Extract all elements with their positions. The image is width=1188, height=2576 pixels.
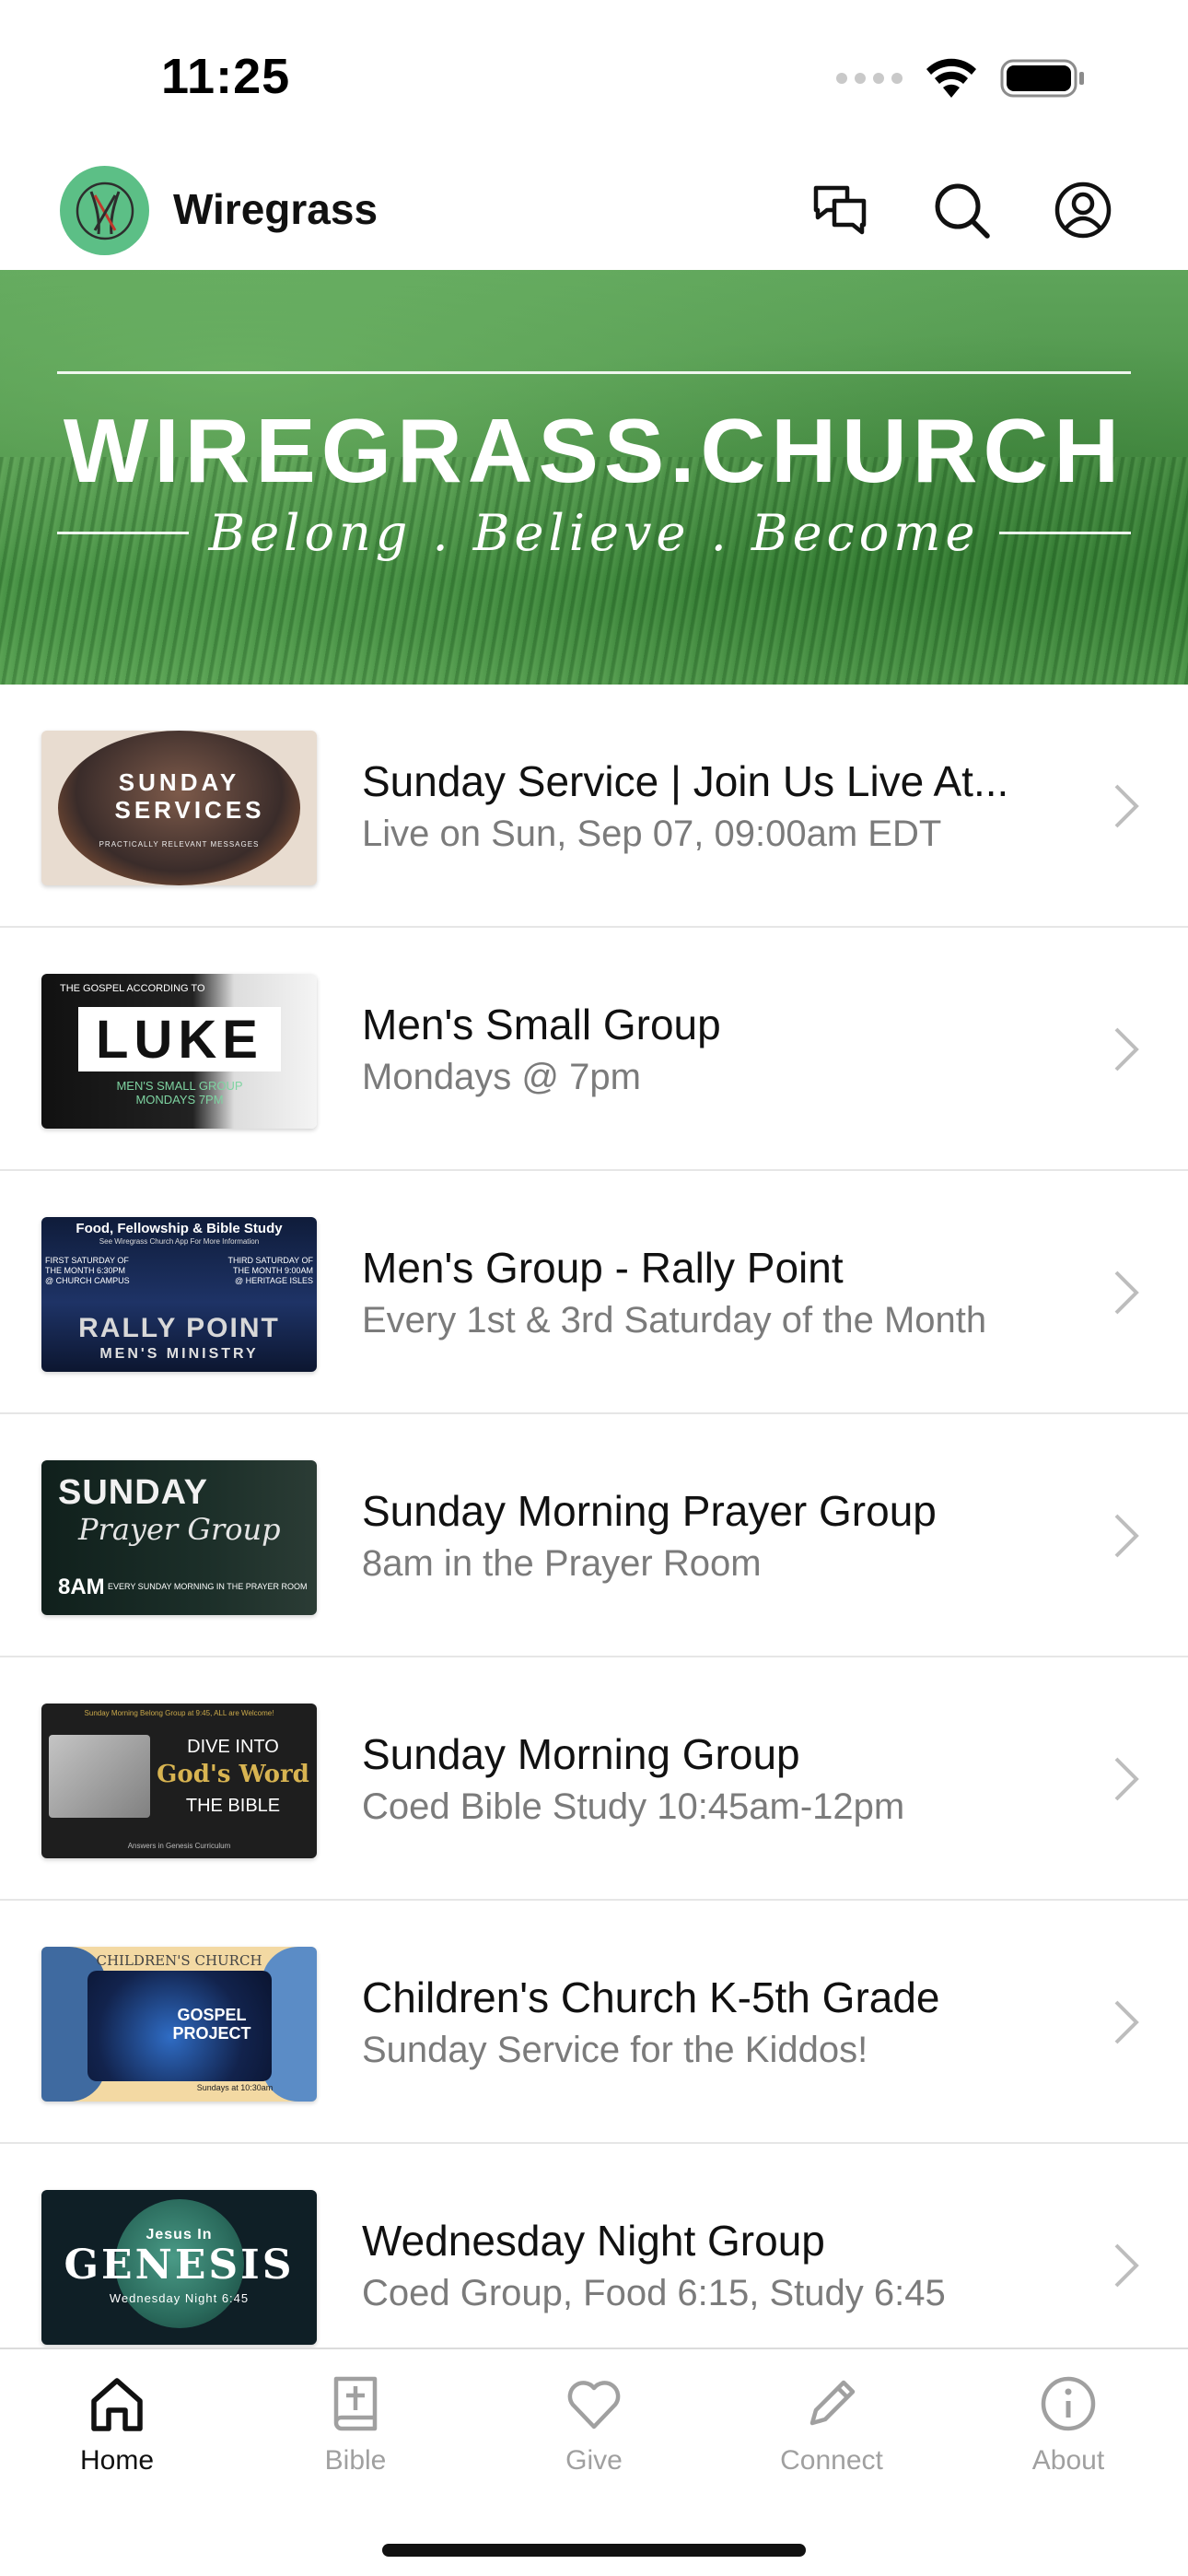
search-icon (935, 183, 990, 239)
tab-about[interactable]: About (976, 2371, 1160, 2500)
thumb-title: God's Word (157, 1761, 309, 1788)
cellular-signal-icon (836, 73, 903, 84)
chevron-right-icon (1114, 1027, 1139, 1071)
thumb-caption: 8AM (58, 1575, 105, 1599)
banner-title: WIREGRASS.CHURCH (63, 400, 1125, 501)
tab-label: Home (79, 2445, 155, 2476)
prayer-group-thumbnail: SUNDAY Prayer Group 8AM EVERY SUNDAY MOR… (41, 1460, 317, 1615)
item-title: Sunday Morning Group (362, 1730, 800, 1778)
list-item-prayer-group[interactable]: SUNDAY Prayer Group 8AM EVERY SUNDAY MOR… (0, 1414, 1188, 1657)
tab-label: Bible (324, 2445, 387, 2476)
tab-connect[interactable]: Connect (740, 2371, 924, 2500)
item-title: Men's Group - Rally Point (362, 1244, 844, 1292)
thumb-top: Food, Fellowship & Bible Study (76, 1221, 283, 1236)
status-time: 11:25 (161, 49, 291, 104)
chevron-right-icon (1114, 2000, 1139, 2044)
battery-icon (1000, 59, 1084, 98)
list-item-rally-point[interactable]: Food, Fellowship & Bible Study See Wireg… (0, 1171, 1188, 1414)
thumb-title: SUNDAY (58, 1473, 208, 1512)
bible-icon (333, 2376, 378, 2431)
tab-give[interactable]: Give (502, 2371, 686, 2500)
thumb-title: GOSPEL PROJECT (172, 2006, 251, 2043)
thumb-caption: MEN'S MINISTRY (99, 1346, 259, 1362)
thumb-title: GENESIS (64, 2242, 295, 2289)
banner-divider (57, 371, 1131, 374)
tab-label: Connect (780, 2445, 883, 2476)
item-title: Wednesday Night Group (362, 2217, 825, 2265)
tab-label: About (1031, 2445, 1105, 2476)
status-bar: 11:25 (0, 0, 1188, 157)
search-button[interactable] (928, 177, 995, 243)
thumb-right: THIRD SATURDAY OF THE MONTH 9:00AM @ HER… (227, 1256, 313, 1285)
banner-tagline: Belong . Believe . Become (208, 503, 980, 562)
list-item-sunday-morning-group[interactable]: Sunday Morning Belong Group at 9:45, ALL… (0, 1657, 1188, 1901)
item-subtitle: Coed Group, Food 6:15, Study 6:45 (362, 2273, 946, 2313)
item-subtitle: 8am in the Prayer Room (362, 1543, 762, 1584)
list-item-mens-small-group[interactable]: THE GOSPEL ACCORDING TO LUKE MEN'S SMALL… (0, 928, 1188, 1171)
pencil-icon (809, 2380, 856, 2426)
item-title: Sunday Service | Join Us Live At... (362, 757, 1009, 805)
thumb-caption: Sundays at 10:30am (196, 2083, 274, 2092)
home-indicator (382, 2544, 806, 2557)
thumb-left: FIRST SATURDAY OF THE MONTH 6:30PM @ CHU… (45, 1256, 130, 1285)
thumb-top: THE GOSPEL ACCORDING TO (60, 983, 205, 994)
thumb-title: LUKE (96, 1010, 263, 1070)
thumb-top: CHILDREN'S CHURCH (96, 1952, 262, 1969)
thumb-title: SUNDAY SERVICES (114, 767, 265, 824)
chevron-right-icon (1114, 1514, 1139, 1558)
hero-banner: WIREGRASS.CHURCH Belong . Believe . Beco… (0, 270, 1188, 685)
chevron-right-icon (1114, 2243, 1139, 2288)
rally-point-thumbnail: Food, Fellowship & Bible Study See Wireg… (41, 1217, 317, 1372)
wednesday-night-group-thumbnail: Jesus In GENESIS Wednesday Night 6:45 (41, 2190, 317, 2345)
thumb-line1: DIVE INTO (187, 1737, 279, 1757)
item-subtitle: Coed Bible Study 10:45am-12pm (362, 1786, 905, 1827)
app-header: Wiregrass (0, 157, 1188, 270)
banner-tagline-row: Belong . Believe . Become (57, 500, 1132, 565)
item-subtitle: Every 1st & 3rd Saturday of the Month (362, 1300, 987, 1341)
wifi-icon (926, 58, 976, 98)
tab-home[interactable]: Home (25, 2371, 209, 2500)
chevron-right-icon (1114, 1757, 1139, 1801)
heart-icon (567, 2381, 621, 2430)
sunday-service-thumbnail: SUNDAY SERVICES PRACTICALLY RELEVANT MES… (41, 731, 317, 885)
item-subtitle: Live on Sun, Sep 07, 09:00am EDT (362, 814, 942, 854)
thumb-line2: THE BIBLE (185, 1796, 281, 1816)
thumb-tiny: EVERY SUNDAY MORNING IN THE PRAYER ROOM (108, 1582, 308, 1591)
thumb-script: Prayer Group (78, 1512, 281, 1547)
chat-icon (813, 185, 867, 235)
thumb-caption: MEN'S SMALL GROUP MONDAYS 7PM (116, 1079, 243, 1107)
wiregrass-logo-icon (76, 181, 134, 240)
chat-button[interactable] (807, 177, 873, 243)
list-item-childrens-church[interactable]: CHILDREN'S CHURCH GOSPEL PROJECT Sundays… (0, 1901, 1188, 2144)
sunday-morning-group-thumbnail: Sunday Morning Belong Group at 9:45, ALL… (41, 1704, 317, 1858)
bottom-tab-bar: Home Bible Give Connect About (0, 2348, 1188, 2576)
status-icons (836, 57, 1087, 100)
tab-bible[interactable]: Bible (263, 2371, 448, 2500)
chevron-right-icon (1114, 784, 1139, 828)
thumb-caption: Answers in Genesis Curriculum (127, 1842, 231, 1850)
childrens-church-thumbnail: CHILDREN'S CHURCH GOSPEL PROJECT Sundays… (41, 1947, 317, 2102)
item-title: Men's Small Group (362, 1001, 721, 1048)
chevron-right-icon (1114, 1270, 1139, 1315)
thumb-caption: PRACTICALLY RELEVANT MESSAGES (99, 839, 260, 849)
thumb-caption: Wednesday Night 6:45 (109, 2291, 250, 2305)
account-icon (1054, 181, 1112, 239)
app-title: Wiregrass (173, 185, 379, 233)
content-list: SUNDAY SERVICES PRACTICALLY RELEVANT MES… (0, 685, 1188, 2387)
item-title: Sunday Morning Prayer Group (362, 1487, 937, 1535)
mens-small-group-thumbnail: THE GOSPEL ACCORDING TO LUKE MEN'S SMALL… (41, 974, 317, 1129)
thumb-top: Sunday Morning Belong Group at 9:45, ALL… (84, 1709, 274, 1717)
thumb-subtop: See Wiregrass Church App For More Inform… (99, 1237, 260, 1246)
home-icon (91, 2378, 143, 2431)
tab-label: Give (565, 2445, 623, 2476)
item-subtitle: Mondays @ 7pm (362, 1057, 641, 1097)
account-button[interactable] (1050, 177, 1116, 243)
thumb-title: RALLY POINT (78, 1313, 280, 1343)
church-logo[interactable] (60, 166, 149, 255)
item-title: Children's Church K-5th Grade (362, 1973, 940, 2021)
item-subtitle: Sunday Service for the Kiddos! (362, 2030, 868, 2070)
list-item-sunday-service[interactable]: SUNDAY SERVICES PRACTICALLY RELEVANT MES… (0, 685, 1188, 928)
info-icon (1041, 2376, 1096, 2431)
